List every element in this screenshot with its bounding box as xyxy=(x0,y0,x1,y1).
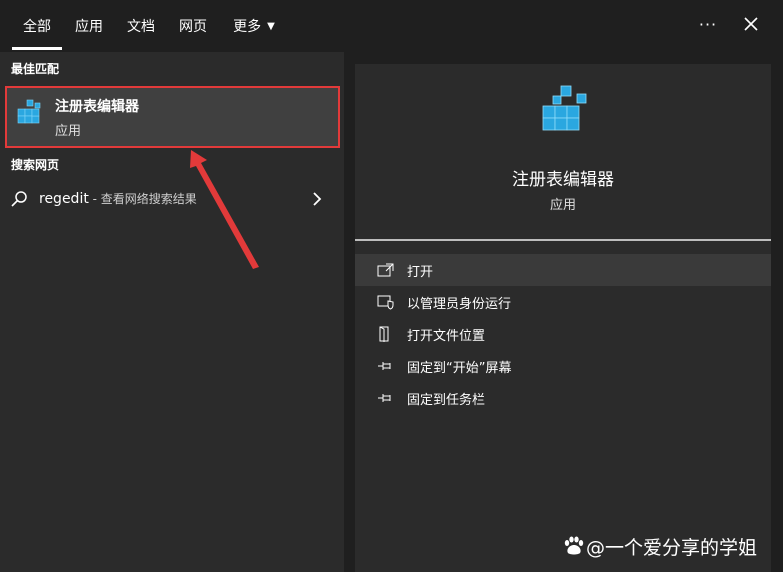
watermark-text: @一个爱分享的学姐 xyxy=(586,536,758,559)
result-subtitle: 应用 xyxy=(55,124,82,139)
registry-editor-icon xyxy=(539,82,593,144)
query-text: regedit xyxy=(39,191,89,207)
watermark: @一个爱分享的学姐 xyxy=(562,532,757,560)
action-run-as-admin[interactable]: 以管理员身份运行 xyxy=(355,286,771,318)
tab-label: 全部 xyxy=(23,19,51,35)
file-location-icon xyxy=(379,326,389,342)
action-label: 固定到“开始”屏幕 xyxy=(407,361,512,376)
chevron-right-icon[interactable] xyxy=(312,191,322,211)
action-open[interactable]: 打开 xyxy=(355,254,771,286)
tab-label: 应用 xyxy=(75,19,103,35)
registry-editor-icon xyxy=(15,97,43,131)
open-icon xyxy=(377,263,394,277)
web-search-result[interactable]: regedit - 查看网络搜索结果 xyxy=(0,182,344,216)
close-icon[interactable] xyxy=(737,10,765,38)
tab-documents[interactable]: 文档 xyxy=(116,0,166,52)
ellipsis-icon[interactable]: ··· xyxy=(694,12,722,36)
action-label: 打开文件位置 xyxy=(407,329,486,344)
search-scope-tabs: 全部 应用 文档 网页 更多 ▼ ··· xyxy=(0,0,783,52)
app-preview-pane: 注册表编辑器 应用 打开 以管理员身份运行 打开文件位置 固定到“开始”屏幕 固… xyxy=(355,64,771,572)
action-pin-to-taskbar[interactable]: 固定到任务栏 xyxy=(355,382,771,414)
action-pin-to-start[interactable]: 固定到“开始”屏幕 xyxy=(355,350,771,382)
action-open-file-location[interactable]: 打开文件位置 xyxy=(355,318,771,350)
tab-label: 更多 xyxy=(233,19,262,35)
paw-icon xyxy=(564,536,584,555)
divider xyxy=(355,239,771,241)
caret-down-icon: ▼ xyxy=(267,20,275,32)
action-label: 打开 xyxy=(407,265,434,280)
preview-app-name: 注册表编辑器 xyxy=(512,170,614,190)
tab-apps[interactable]: 应用 xyxy=(64,0,114,52)
shield-icon xyxy=(377,295,394,310)
tab-all[interactable]: 全部 xyxy=(12,0,62,52)
tab-web[interactable]: 网页 xyxy=(168,0,218,52)
search-icon xyxy=(10,190,28,212)
pin-icon xyxy=(378,362,391,370)
query-hint: - 查看网络搜索结果 xyxy=(88,192,197,206)
web-query: regedit - 查看网络搜索结果 xyxy=(39,190,197,207)
preview-app-type: 应用 xyxy=(549,198,576,213)
action-label: 以管理员身份运行 xyxy=(407,297,512,312)
action-label: 固定到任务栏 xyxy=(407,393,486,408)
pin-icon xyxy=(378,394,391,402)
best-match-result[interactable]: 注册表编辑器 应用 xyxy=(5,86,340,148)
tab-label: 网页 xyxy=(179,19,207,35)
tab-more[interactable]: 更多 ▼ xyxy=(224,0,284,52)
tab-label: 文档 xyxy=(127,19,155,35)
best-match-header: 最佳匹配 xyxy=(11,62,60,76)
result-title: 注册表编辑器 xyxy=(55,99,139,115)
search-web-header: 搜索网页 xyxy=(11,158,60,172)
